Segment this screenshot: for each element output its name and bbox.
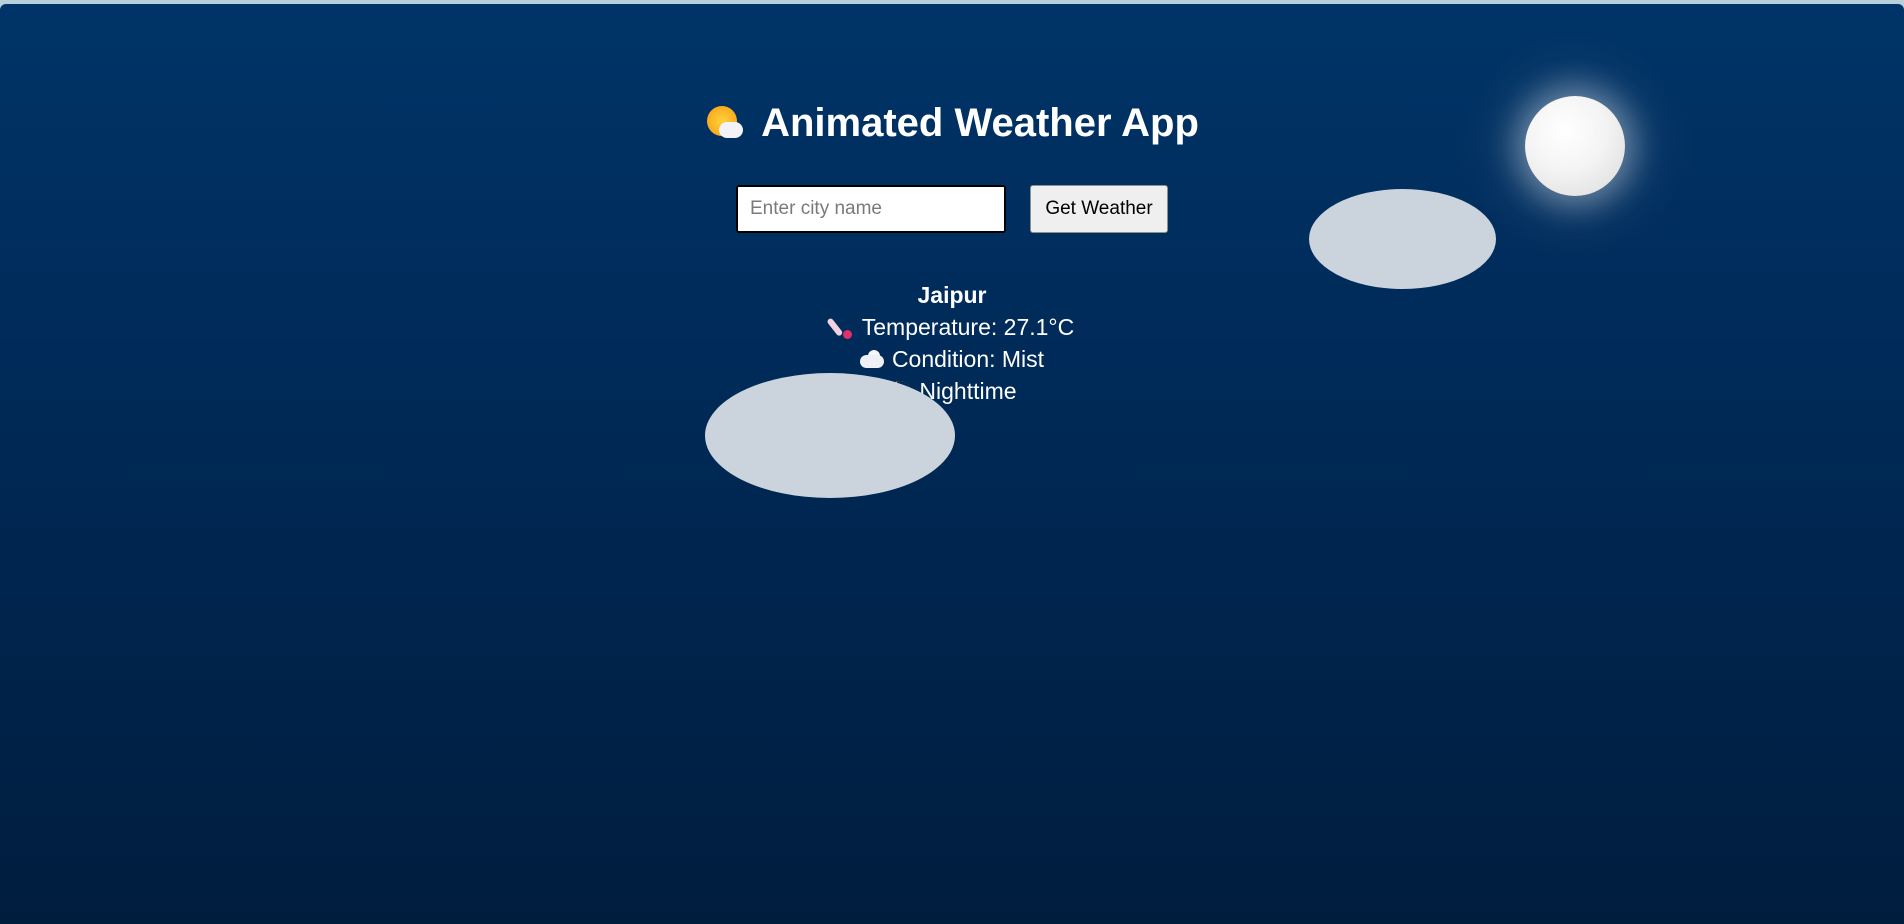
page-title-text: Animated Weather App bbox=[761, 101, 1199, 145]
condition-text: Condition: Mist bbox=[891, 346, 1045, 372]
page-title: Animated Weather App bbox=[0, 99, 1904, 147]
condition-row: Condition: Mist bbox=[0, 343, 1904, 375]
weather-result: Jaipur Temperature: 27.1°C Condition: Mi… bbox=[0, 279, 1904, 407]
night-sky-background: Animated Weather App Get Weather Jaipur … bbox=[0, 4, 1904, 924]
temperature-row: Temperature: 27.1°C bbox=[0, 311, 1904, 343]
city-input[interactable] bbox=[736, 185, 1006, 233]
temperature-text: Temperature: 27.1°C bbox=[861, 314, 1075, 340]
thermometer-icon bbox=[826, 315, 854, 339]
cloud-shape bbox=[705, 373, 955, 498]
get-weather-button[interactable]: Get Weather bbox=[1030, 185, 1168, 233]
cloud-icon bbox=[859, 347, 884, 371]
cloud-shape bbox=[1309, 189, 1496, 289]
city-name: Jaipur bbox=[917, 282, 987, 308]
time-of-day-row: Nighttime bbox=[0, 375, 1904, 407]
sun-behind-cloud-icon bbox=[705, 102, 745, 142]
